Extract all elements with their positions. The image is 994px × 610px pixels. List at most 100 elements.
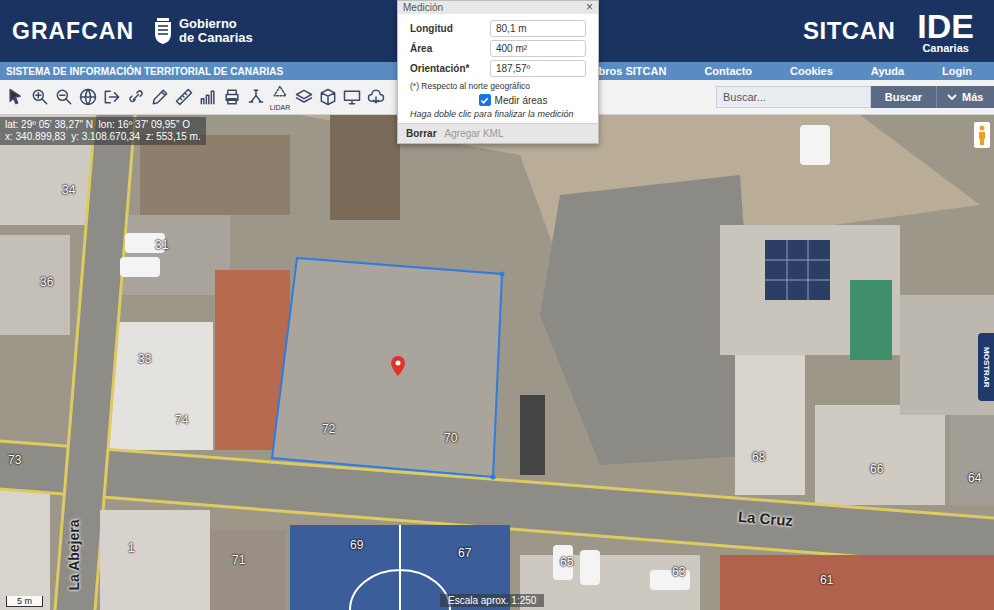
measurement-value[interactable]: 80,1 m	[490, 20, 586, 37]
dialog-action: Agregar KML	[445, 128, 504, 139]
monitor-icon	[342, 87, 362, 107]
projected-coordinates: x: 340.899,83 y: 3.108.670,34 z: 553,15 …	[5, 131, 201, 143]
tool-button[interactable]	[6, 87, 26, 107]
exit-icon	[102, 87, 122, 107]
printer-icon	[222, 87, 242, 107]
measurement-value[interactable]: 400 m²	[490, 40, 586, 57]
tool-button[interactable]	[78, 87, 98, 107]
nav-title: SISTEMA DE INFORMACIÓN TERRITORIAL DE CA…	[6, 66, 283, 77]
coordinates-box: lat: 29º 05' 38,27" N lon: 16º 37' 09,95…	[0, 117, 206, 145]
tool-button[interactable]: LIDAR	[270, 84, 290, 111]
parcel-number: 33	[138, 352, 151, 366]
cloud-download-icon	[366, 87, 386, 107]
search-group: BuscarMás	[716, 86, 994, 108]
parcel-number: 66	[870, 462, 883, 476]
measurement-dialog[interactable]: Medición×Longitud80,1 mÁrea400 m²Orienta…	[397, 0, 599, 144]
dialog-action[interactable]: Borrar	[406, 128, 437, 139]
tool-button[interactable]	[222, 87, 242, 107]
measurement-label: Orientación*	[410, 63, 490, 74]
layers-icon	[294, 87, 314, 107]
globe-icon	[78, 87, 98, 107]
government-line: Gobierno	[179, 17, 253, 31]
parcel-number: 68	[752, 450, 765, 464]
measurement-value[interactable]: 187,57º	[490, 60, 586, 77]
scale-ratio: Escala aprox. 1:250	[440, 594, 544, 607]
ide-logo[interactable]: IDECanarias	[917, 9, 974, 54]
crest-icon	[152, 16, 174, 46]
measurement-row: Orientación*187,57º	[410, 60, 586, 77]
tool-button[interactable]	[54, 87, 74, 107]
dialog-title-bar[interactable]: Medición×	[398, 1, 598, 14]
tool-button[interactable]	[318, 87, 338, 107]
parcel-number: 69	[350, 538, 363, 552]
select-icon	[6, 87, 26, 107]
lidar-icon	[270, 84, 290, 104]
parcel-number: 64	[968, 471, 981, 485]
measurement-row: Área400 m²	[410, 40, 586, 57]
measurement-row: Longitud80,1 m	[410, 20, 586, 37]
parcel-number: 63	[672, 565, 685, 579]
pencil-icon	[150, 87, 170, 107]
tool-button[interactable]	[342, 87, 362, 107]
link-icon	[126, 87, 146, 107]
parcel-number: 1	[128, 541, 135, 555]
parcel-number: 36	[40, 275, 53, 289]
parcel-number: 61	[820, 573, 833, 587]
nav-link[interactable]: Ayuda	[871, 65, 904, 77]
grafcan-logo[interactable]: GRAFCAN	[12, 18, 134, 45]
parcel-number: 31	[155, 238, 168, 252]
zoom-in-icon	[30, 87, 50, 107]
measure-areas-checkbox[interactable]: Medir áreas	[410, 94, 586, 106]
parcel-number: 71	[232, 553, 245, 567]
tool-button[interactable]	[126, 87, 146, 107]
government-logo[interactable]: Gobiernode Canarias	[152, 16, 253, 46]
location-pin-icon[interactable]	[390, 355, 406, 377]
tool-button[interactable]	[294, 87, 314, 107]
close-button[interactable]: ×	[586, 2, 593, 13]
tool-button[interactable]	[150, 87, 170, 107]
measurement-label: Área	[410, 43, 490, 54]
parcel-number: 65	[560, 555, 573, 569]
map-viewer: GRAFCAN Gobiernode Canarias SITCAN IDECanar…	[0, 0, 994, 610]
checkbox[interactable]	[479, 94, 491, 106]
geographic-coordinates: lat: 29º 05' 38,27" N lon: 16º 37' 09,95…	[5, 119, 201, 131]
ruler-icon	[174, 87, 194, 107]
map-canvas[interactable]: 34313633747372706866641716967656361La Cr…	[0, 115, 994, 610]
search-input[interactable]	[716, 86, 871, 108]
search-button[interactable]: Buscar	[871, 86, 936, 108]
tool-button[interactable]	[198, 87, 218, 107]
tool-button[interactable]	[30, 87, 50, 107]
nav-link[interactable]: Login	[942, 65, 972, 77]
parcel-number: 67	[458, 546, 471, 560]
parcel-number: 34	[62, 183, 75, 197]
sitcan-logo[interactable]: SITCAN	[803, 17, 895, 45]
lidar-label: LIDAR	[270, 104, 291, 111]
tool-button[interactable]	[102, 87, 122, 107]
show-panel-tab[interactable]: MOSTRAR	[978, 333, 994, 401]
nav-link[interactable]: Cookies	[790, 65, 833, 77]
zoom-out-icon	[54, 87, 74, 107]
more-button[interactable]: Más	[936, 86, 994, 108]
tool-button[interactable]	[366, 87, 386, 107]
north-note: (*) Respecto al norte geográfico	[410, 80, 586, 91]
nav-link[interactable]: Contacto	[704, 65, 752, 77]
pegman-icon	[977, 125, 987, 145]
scale-bar: 5 m	[6, 596, 43, 607]
parcel-number: 73	[8, 453, 21, 467]
check-icon	[480, 96, 489, 105]
chart-icon	[198, 87, 218, 107]
parcel-number: 70	[444, 431, 457, 445]
points-icon	[246, 87, 266, 107]
tool-button[interactable]	[246, 87, 266, 107]
street-label: La Abejera	[66, 519, 82, 590]
parcel-number: 72	[322, 422, 335, 436]
hint-text: Haga doble clic para finalizar la medici…	[410, 109, 586, 119]
measurement-label: Longitud	[410, 23, 490, 34]
tool-button[interactable]	[174, 87, 194, 107]
parcel-number: 74	[175, 413, 188, 427]
government-line: de Canarias	[179, 31, 253, 45]
dialog-footer: Borrar Agregar KML	[398, 123, 598, 143]
cube-icon	[318, 87, 338, 107]
street-view-button[interactable]	[974, 122, 990, 148]
chevron-down-icon	[947, 93, 957, 101]
